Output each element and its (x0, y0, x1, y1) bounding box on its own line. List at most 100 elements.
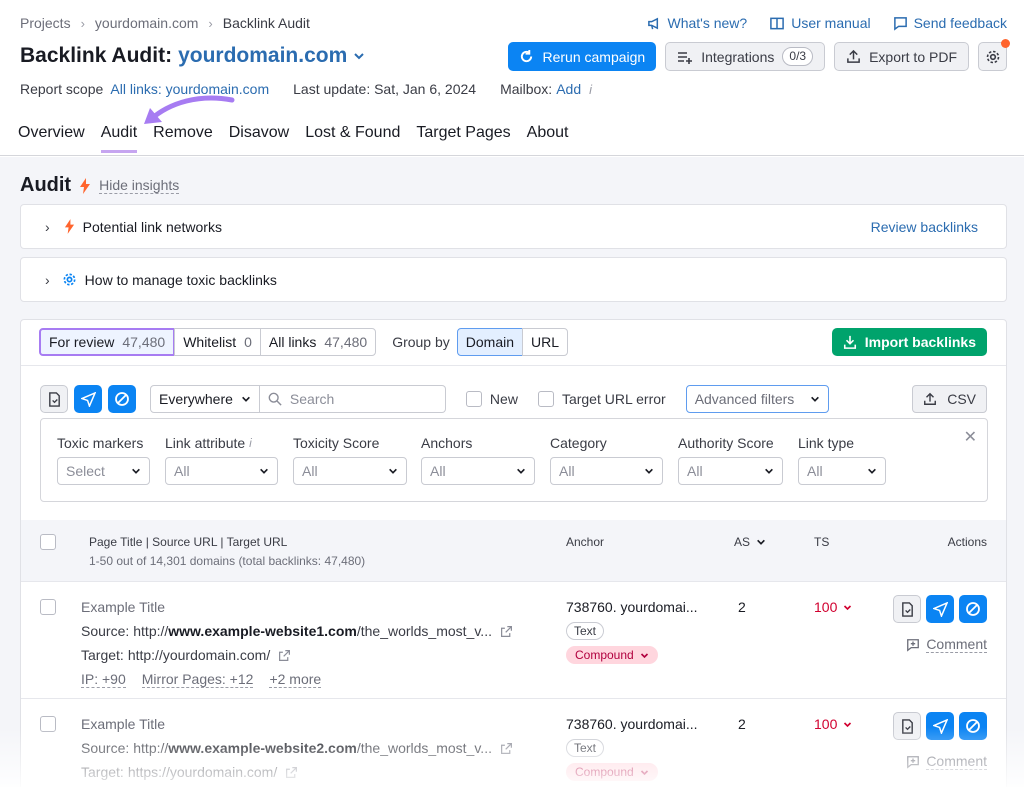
filter-label-row: Link attribute i (165, 435, 278, 451)
segment-all-links[interactable]: All links 47,480 (259, 328, 377, 356)
user-manual-link[interactable]: User manual (769, 15, 871, 31)
target-url-error-filter[interactable]: Target URL error (537, 391, 666, 407)
search-input[interactable]: Search (259, 385, 446, 413)
rerun-campaign-button[interactable]: Rerun campaign (508, 42, 657, 71)
filter-select[interactable]: All (550, 457, 663, 485)
comment-button[interactable]: Comment (906, 753, 987, 770)
disavow-button[interactable] (959, 595, 987, 623)
settings-button[interactable] (978, 39, 1010, 71)
anchor-type-tag: Text (566, 622, 605, 640)
filter-select[interactable]: All (421, 457, 535, 485)
source-url[interactable]: http://www.example-website2.com/the_worl… (133, 740, 492, 756)
toolbar: Everywhere Search New Target URL error A… (40, 384, 987, 414)
whats-new-link[interactable]: What's new? (647, 15, 747, 31)
comment-plus-icon (907, 755, 920, 769)
col-ts-header[interactable]: TS (814, 535, 829, 549)
external-link-icon[interactable] (500, 625, 513, 638)
toxic-marker-tag[interactable]: Compound (566, 763, 658, 781)
move-to-remove-button[interactable] (893, 595, 921, 623)
send-button[interactable] (926, 712, 954, 740)
group-by-url[interactable]: URL (522, 328, 569, 356)
row-checkbox[interactable] (40, 599, 56, 615)
filter-select[interactable]: All (293, 457, 407, 485)
row-ts-value: 100 (814, 716, 838, 732)
select-all-checkbox[interactable] (40, 534, 56, 550)
insight-manage-toxic[interactable]: › How to manage toxic backlinks (20, 257, 1007, 302)
search-icon (268, 392, 282, 406)
upload-icon (847, 49, 860, 63)
table-row: Example Title Source: http://www.example… (21, 583, 1006, 699)
tab-about[interactable]: About (527, 124, 569, 150)
filter-select[interactable]: All (165, 457, 278, 485)
chevron-down-icon[interactable] (353, 50, 365, 62)
info-icon[interactable]: i (249, 436, 252, 450)
close-icon[interactable]: ✕ (964, 427, 977, 447)
advanced-filters-dropdown[interactable]: Advanced filters (685, 385, 830, 413)
send-feedback-link[interactable]: Send feedback (893, 15, 1007, 31)
gear-icon (986, 50, 999, 63)
integrations-button[interactable]: Integrations 0/3 (665, 42, 826, 71)
export-rows-button[interactable] (40, 385, 68, 413)
row-source: Source: http://www.example-website1.com/… (81, 623, 513, 639)
send-button[interactable] (74, 385, 102, 413)
send-feedback-label: Send feedback (913, 15, 1007, 31)
source-url[interactable]: http://www.example-website1.com/the_worl… (133, 623, 492, 639)
disavow-button[interactable] (959, 712, 987, 740)
title-domain[interactable]: yourdomain.com (178, 44, 347, 68)
send-button[interactable] (926, 595, 954, 623)
filter-select[interactable]: All (798, 457, 886, 485)
move-to-remove-button[interactable] (893, 712, 921, 740)
row-ts[interactable]: 100 (814, 599, 852, 615)
breadcrumb-projects[interactable]: Projects (20, 15, 71, 31)
csv-export-button[interactable]: CSV (912, 385, 987, 413)
insight-link-networks[interactable]: › Potential link networks Review backlin… (20, 204, 1007, 249)
toxic-marker-tag[interactable]: Compound (566, 646, 658, 664)
chevron-right-icon[interactable]: › (45, 272, 50, 288)
tab-overview[interactable]: Overview (18, 124, 85, 150)
main-content: Audit Hide insights › Potential link net… (0, 157, 1024, 787)
external-link-icon[interactable] (278, 649, 291, 662)
segment-for-review[interactable]: For review 47,480 (39, 328, 176, 356)
mirror-pages-link[interactable]: Mirror Pages: +12 (141, 671, 254, 688)
info-icon[interactable]: i (589, 82, 592, 97)
top-links: What's new? User manual Send feedback (647, 15, 1007, 31)
row-actions (893, 712, 987, 740)
row-ts[interactable]: 100 (814, 716, 852, 732)
import-backlinks-button[interactable]: Import backlinks (831, 328, 987, 356)
external-link-icon[interactable] (500, 742, 513, 755)
hide-insights-link[interactable]: Hide insights (99, 177, 180, 194)
page-header: Projects › yourdomain.com › Backlink Aud… (0, 0, 1024, 156)
group-by-domain[interactable]: Domain (456, 328, 524, 356)
chevron-right-icon[interactable]: › (45, 219, 50, 235)
target-url[interactable]: https://yourdomain.com/ (128, 764, 277, 780)
filter-select[interactable]: All (678, 457, 783, 485)
tab-lost-found[interactable]: Lost & Found (305, 124, 400, 150)
row-checkbox[interactable] (40, 716, 56, 732)
disavow-button[interactable] (108, 385, 136, 413)
comment-button[interactable]: Comment (906, 636, 987, 653)
tab-disavow[interactable]: Disavow (229, 124, 289, 150)
ip-link[interactable]: IP: +90 (81, 671, 126, 688)
new-filter[interactable]: New (465, 391, 518, 407)
ban-icon (966, 719, 980, 733)
review-backlinks-link[interactable]: Review backlinks (871, 219, 978, 235)
target-url-error-checkbox[interactable] (537, 391, 554, 407)
export-pdf-button[interactable]: Export to PDF (834, 42, 969, 71)
filter-label: Link attribute (165, 435, 246, 451)
external-link-icon[interactable] (285, 766, 298, 779)
target-url[interactable]: http://yourdomain.com/ (128, 647, 270, 663)
mailbox-add-link[interactable]: Add (556, 81, 581, 97)
new-checkbox[interactable] (465, 391, 482, 407)
tab-target-pages[interactable]: Target Pages (416, 124, 510, 150)
col-as-header[interactable]: AS (734, 535, 766, 549)
tab-audit[interactable]: Audit (100, 124, 138, 153)
breadcrumb-domain[interactable]: yourdomain.com (95, 15, 199, 31)
group-by-label: Group by (392, 334, 450, 350)
filter-select[interactable]: Select (57, 457, 150, 485)
scope-select[interactable]: Everywhere (150, 385, 260, 413)
more-link[interactable]: +2 more (269, 671, 322, 688)
audit-title: Audit (20, 174, 72, 196)
col-anchor-header: Anchor (566, 535, 605, 549)
paper-plane-icon (80, 391, 96, 407)
segment-whitelist[interactable]: Whitelist 0 (174, 328, 261, 356)
